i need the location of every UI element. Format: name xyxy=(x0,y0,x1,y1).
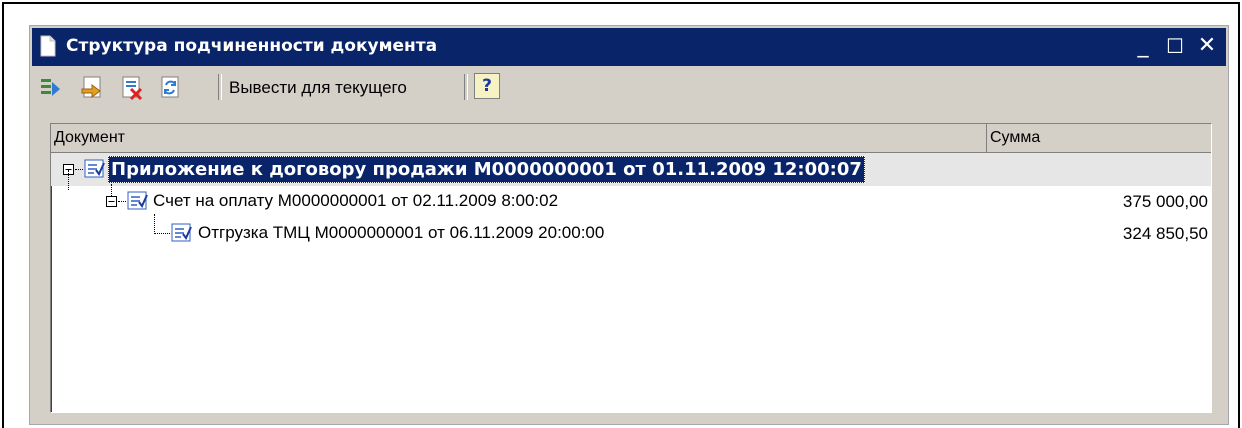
table-row[interactable]: Отгрузка ТМЦ М0000000001 от 06.11.2009 2… xyxy=(51,214,1211,251)
title-bar[interactable]: Структура подчиненности документа _ ☐ ✕ xyxy=(32,28,1226,66)
toolbar: Вывести для текущего ? xyxy=(32,68,1226,108)
document-tree-grid[interactable]: Документ Сумма Приложение к договору про… xyxy=(50,123,1212,413)
document-structure-window: Структура подчиненности документа _ ☐ ✕ xyxy=(29,25,1229,425)
show-for-current-button[interactable]: Вывести для текущего xyxy=(229,78,407,98)
row-document-text: Счет на оплату М0000000001 от 02.11.2009… xyxy=(153,191,559,210)
minimize-button[interactable]: _ xyxy=(1130,32,1156,60)
toolbar-separator xyxy=(464,74,468,100)
document-icon xyxy=(127,191,148,210)
tree-connector xyxy=(75,169,83,170)
row-sum: 375 000,00 xyxy=(1122,192,1208,211)
refresh-icon[interactable] xyxy=(156,73,184,101)
open-document-icon[interactable] xyxy=(78,73,106,101)
row-document-text: Отгрузка ТМЦ М0000000001 от 06.11.2009 2… xyxy=(198,223,605,242)
document-icon xyxy=(84,159,105,178)
maximize-button[interactable]: ☐ xyxy=(1162,32,1188,60)
toolbar-separator xyxy=(218,74,222,100)
help-button[interactable]: ? xyxy=(474,73,500,99)
row-document-text: Приложение к договору продажи М000000000… xyxy=(108,156,865,183)
table-row[interactable]: Счет на оплату М0000000001 от 02.11.2009… xyxy=(51,170,1211,219)
column-header-document[interactable]: Документ xyxy=(51,124,987,152)
tree-connector xyxy=(154,214,155,234)
tree-connector xyxy=(111,184,112,196)
tree-connector xyxy=(154,233,170,234)
tree-arrow-icon[interactable] xyxy=(38,73,66,101)
tree-connector xyxy=(118,201,126,202)
tree-connector xyxy=(68,170,69,190)
grid-header: Документ Сумма xyxy=(51,124,1211,153)
document-icon xyxy=(40,35,56,57)
row-sum: 324 850,50 xyxy=(1122,224,1208,243)
table-row[interactable]: Приложение к договору продажи М000000000… xyxy=(51,153,1211,186)
column-header-sum[interactable]: Сумма xyxy=(987,124,1211,152)
document-delete-icon[interactable] xyxy=(118,73,146,101)
document-icon xyxy=(171,223,192,242)
close-button[interactable]: ✕ xyxy=(1194,32,1220,60)
window-title: Структура подчиненности документа xyxy=(66,36,438,56)
collapse-toggle[interactable] xyxy=(106,196,117,207)
